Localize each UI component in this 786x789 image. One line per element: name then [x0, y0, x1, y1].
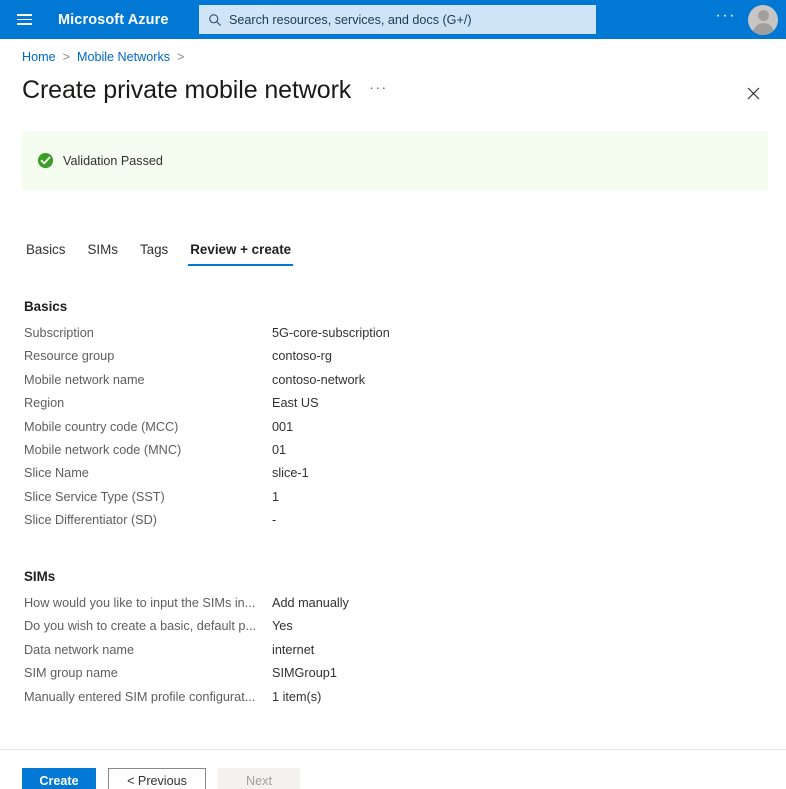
section-sims: SIMs How would you like to input the SIM… [24, 569, 349, 713]
blade-more-icon[interactable]: ··· [369, 79, 388, 95]
review-row-subscription: Subscription 5G-core-subscription [24, 326, 390, 349]
azure-portal-page: Microsoft Azure Search resources, servic… [0, 0, 786, 789]
breadcrumb-item-mobile-networks[interactable]: Mobile Networks [77, 50, 170, 64]
review-value: Add manually [272, 596, 349, 610]
section-basics: Basics Subscription 5G-core-subscription… [24, 299, 390, 537]
review-value: Yes [272, 619, 293, 634]
review-key: Subscription [24, 326, 94, 340]
blade-title-row: Create private mobile network ··· [22, 76, 768, 105]
breadcrumb-item-home[interactable]: Home [22, 50, 56, 64]
breadcrumb-separator: > [62, 50, 70, 64]
review-key: Slice Differentiator (SD) [24, 513, 158, 528]
review-row-region: Region East US [24, 396, 390, 419]
review-key: Mobile country code (MCC) [24, 419, 179, 434]
review-value: contoso-network [272, 372, 366, 387]
section-sims-title: SIMs [24, 569, 56, 584]
user-avatar-icon[interactable] [748, 4, 778, 35]
hamburger-bar [16, 18, 32, 21]
review-value: slice-1 [272, 466, 309, 481]
review-value: 1 [272, 489, 280, 504]
validation-passed-check-icon [37, 152, 54, 169]
review-key: Data network name [24, 642, 135, 657]
footer-divider [0, 749, 786, 750]
header-more-icon[interactable]: ··· [704, 7, 748, 24]
review-value: SIMGroup1 [272, 666, 337, 681]
page-title: Create private mobile network [22, 76, 352, 104]
create-button[interactable]: Create [22, 768, 96, 789]
review-value: 5G-core-subscription [272, 326, 390, 340]
review-value: East US [272, 396, 319, 411]
global-search-placeholder: Search resources, services, and docs (G+… [229, 12, 472, 27]
hamburger-bar [16, 14, 32, 16]
review-row-sst: Slice Service Type (SST) 1 [24, 490, 390, 513]
review-row-sim-input-method: How would you like to input the SIMs in.… [24, 596, 349, 619]
review-key: Manually entered SIM profile configurat.… [24, 689, 256, 704]
review-row-slice-name: Slice Name slice-1 [24, 466, 390, 489]
wizard-tabs: Basics SIMs Tags Review + create [24, 242, 302, 266]
review-row-resource-group: Resource group contoso-rg [24, 349, 390, 372]
review-key: Do you wish to create a basic, default p… [24, 619, 257, 634]
breadcrumb-separator: > [177, 50, 185, 64]
review-key: SIM group name [24, 666, 118, 681]
review-row-sd: Slice Differentiator (SD) - [24, 513, 390, 536]
global-search-input[interactable]: Search resources, services, and docs (G+… [199, 5, 596, 34]
global-header-actions: ··· [704, 0, 786, 39]
review-row-mcc: Mobile country code (MCC) 001 [24, 420, 390, 443]
tab-review-create[interactable]: Review + create [179, 242, 302, 266]
search-icon [208, 13, 222, 27]
section-basics-title: Basics [24, 299, 68, 314]
review-row-data-network-name: Data network name internet [24, 643, 349, 666]
review-key: How would you like to input the SIMs in.… [24, 596, 256, 610]
tab-basics[interactable]: Basics [24, 242, 76, 266]
validation-banner-text: Validation Passed [63, 153, 163, 168]
previous-button[interactable]: < Previous [108, 768, 206, 789]
review-value: contoso-rg [272, 349, 332, 364]
review-value: 01 [272, 442, 287, 457]
review-row-sim-group-name: SIM group name SIMGroup1 [24, 666, 349, 689]
review-key: Slice Service Type (SST) [24, 489, 165, 504]
validation-banner: Validation Passed [22, 131, 768, 190]
review-value: - [272, 513, 277, 528]
create-blade: Home > Mobile Networks > Create private … [0, 39, 786, 789]
review-value: 001 [272, 419, 294, 434]
azure-brand-label[interactable]: Microsoft Azure [58, 12, 169, 28]
tab-tags[interactable]: Tags [129, 242, 179, 266]
global-header: Microsoft Azure Search resources, servic… [0, 0, 786, 39]
review-key: Slice Name [24, 466, 89, 481]
review-row-mnc: Mobile network code (MNC) 01 [24, 443, 390, 466]
review-key: Mobile network code (MNC) [24, 442, 182, 457]
review-row-sim-profiles: Manually entered SIM profile configurat.… [24, 690, 349, 713]
review-key: Resource group [24, 349, 115, 364]
review-key: Region [24, 396, 65, 411]
review-value: 1 item(s) [272, 689, 322, 704]
hamburger-icon[interactable] [4, 0, 44, 39]
review-row-mobile-network-name: Mobile network name contoso-network [24, 373, 390, 396]
review-row-default-policy: Do you wish to create a basic, default p… [24, 619, 349, 642]
breadcrumb: Home > Mobile Networks > [22, 50, 184, 64]
tab-sims[interactable]: SIMs [76, 242, 129, 266]
wizard-footer: Create < Previous Next [22, 768, 300, 789]
review-value: internet [272, 642, 315, 657]
review-key: Mobile network name [24, 372, 145, 387]
hamburger-bar [16, 23, 32, 25]
close-icon[interactable] [738, 78, 768, 108]
next-button: Next [218, 768, 300, 789]
